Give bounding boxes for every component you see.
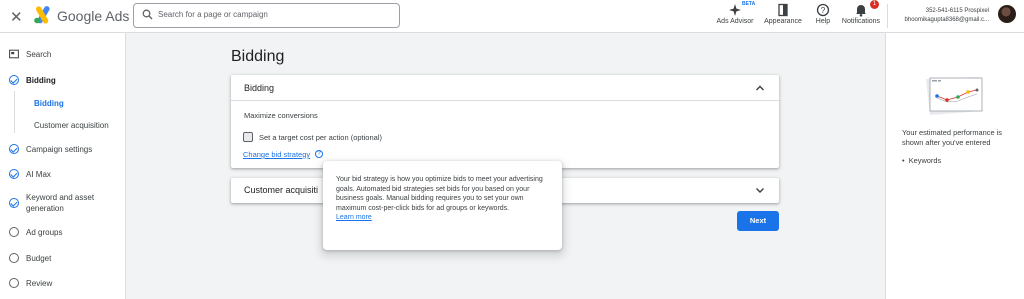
top-bar: ✕ Google Ads Search for a page or campai… bbox=[0, 0, 1024, 33]
performance-bullet: • Keywords bbox=[902, 156, 942, 165]
sparkle-icon bbox=[729, 4, 741, 16]
ads-advisor-label: Ads Advisor bbox=[716, 18, 754, 25]
target-cpa-checkbox[interactable] bbox=[243, 132, 253, 142]
brand-name: Google Ads bbox=[57, 8, 130, 24]
beta-badge: BETA bbox=[742, 1, 756, 7]
account-line-1: 352-541-6115 Prospixel bbox=[925, 8, 989, 14]
next-button[interactable]: Next bbox=[737, 211, 779, 231]
check-circle-icon bbox=[9, 198, 19, 208]
customer-acquisition-title: Customer acquisiti bbox=[244, 185, 319, 195]
toolbar-divider bbox=[887, 4, 888, 28]
notifications-button[interactable]: 1 Notifications bbox=[840, 0, 882, 25]
subnav-line bbox=[14, 91, 15, 133]
check-circle-icon bbox=[9, 144, 19, 154]
search-placeholder: Search for a page or campaign bbox=[158, 10, 268, 19]
search-box[interactable]: Search for a page or campaign bbox=[133, 3, 400, 28]
bidding-card-header[interactable]: Bidding bbox=[231, 75, 779, 101]
search-page-icon bbox=[9, 49, 19, 59]
page-title: Bidding bbox=[231, 48, 285, 65]
search-icon bbox=[142, 9, 153, 20]
account-email: bhoomikagupta8368@gmail.c... bbox=[904, 17, 989, 23]
check-circle-icon bbox=[9, 75, 19, 85]
empty-circle-icon bbox=[9, 227, 19, 237]
performance-message: Your estimated performance is shown afte… bbox=[902, 128, 1002, 147]
appearance-icon bbox=[778, 3, 788, 17]
appearance-button[interactable]: Appearance bbox=[764, 3, 802, 25]
empty-circle-icon bbox=[9, 253, 19, 263]
help-label: Help bbox=[815, 18, 831, 25]
close-icon[interactable]: ✕ bbox=[10, 8, 23, 26]
chevron-up-icon[interactable] bbox=[755, 83, 765, 93]
performance-chart-icon bbox=[926, 77, 983, 115]
tooltip-text: Your bid strategy is how you optimize bi… bbox=[336, 176, 543, 212]
bidding-card-title: Bidding bbox=[244, 83, 275, 93]
avatar[interactable] bbox=[998, 5, 1016, 23]
bidding-card: Bidding Maximize conversions Set a targe… bbox=[231, 75, 779, 168]
change-bid-strategy-link[interactable]: Change bid strategy bbox=[243, 150, 310, 159]
bid-strategy-value: Maximize conversions bbox=[244, 111, 318, 120]
help-circle-icon[interactable]: ? bbox=[315, 150, 323, 158]
bid-strategy-tooltip: Your bid strategy is how you optimize bi… bbox=[323, 161, 562, 250]
performance-bullet-label: Keywords bbox=[908, 156, 942, 165]
subnav-item-bidding[interactable]: Bidding bbox=[34, 99, 64, 108]
svg-text:?: ? bbox=[821, 6, 826, 15]
right-panel: Your estimated performance is shown afte… bbox=[885, 33, 1024, 299]
left-nav: Search Bidding Bidding Customer acquisit… bbox=[0, 33, 126, 299]
chevron-down-icon[interactable] bbox=[755, 185, 765, 195]
ads-advisor-button[interactable]: BETA Ads Advisor bbox=[714, 1, 756, 25]
target-cpa-label: Set a target cost per action (optional) bbox=[259, 133, 382, 142]
account-info[interactable]: 352-541-6115 Prospixel bhoomikagupta8368… bbox=[893, 7, 989, 25]
empty-circle-icon bbox=[9, 278, 19, 288]
help-button[interactable]: ? Help bbox=[812, 3, 834, 25]
notifications-label: Notifications bbox=[841, 18, 881, 25]
google-ads-logo-icon bbox=[34, 6, 50, 24]
appearance-label: Appearance bbox=[764, 18, 802, 25]
notification-count-badge: 1 bbox=[870, 0, 879, 9]
subnav-item-customer-acquisition[interactable]: Customer acquisition bbox=[34, 121, 109, 130]
bell-icon bbox=[856, 5, 866, 17]
help-icon: ? bbox=[816, 3, 830, 17]
learn-more-link[interactable]: Learn more bbox=[336, 213, 548, 223]
check-circle-icon bbox=[9, 169, 19, 179]
